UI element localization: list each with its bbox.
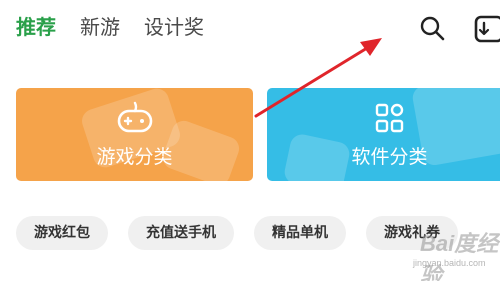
- game-category-card[interactable]: 游戏分类: [16, 88, 253, 181]
- top-bar: 推荐 新游 设计奖: [0, 0, 500, 60]
- chip-game-red-packet[interactable]: 游戏红包: [16, 216, 108, 250]
- download-manager-button[interactable]: [470, 13, 500, 45]
- download-manager-icon: [474, 15, 500, 43]
- chip-standalone-games[interactable]: 精品单机: [254, 216, 346, 250]
- game-category-label: 游戏分类: [96, 146, 173, 168]
- tab-bar: 推荐 新游 设计奖: [16, 12, 204, 42]
- tab-design-award[interactable]: 设计奖: [144, 12, 204, 42]
- tab-new-games[interactable]: 新游: [80, 12, 120, 42]
- software-category-card[interactable]: 软件分类: [267, 88, 500, 181]
- apps-grid-icon: [375, 103, 403, 133]
- chip-recharge-phone[interactable]: 充值送手机: [128, 216, 234, 250]
- tab-recommended[interactable]: 推荐: [16, 12, 56, 42]
- software-category-label: 软件分类: [351, 146, 428, 168]
- search-button[interactable]: [417, 13, 447, 43]
- gamepad-icon: [117, 101, 152, 133]
- watermark-logo-text: Bai度经验: [420, 231, 499, 281]
- search-icon: [420, 16, 445, 41]
- quick-links: 游戏红包 充值送手机 精品单机 游戏礼券: [16, 216, 458, 250]
- watermark-url: jingyan.baidu.com: [413, 258, 486, 268]
